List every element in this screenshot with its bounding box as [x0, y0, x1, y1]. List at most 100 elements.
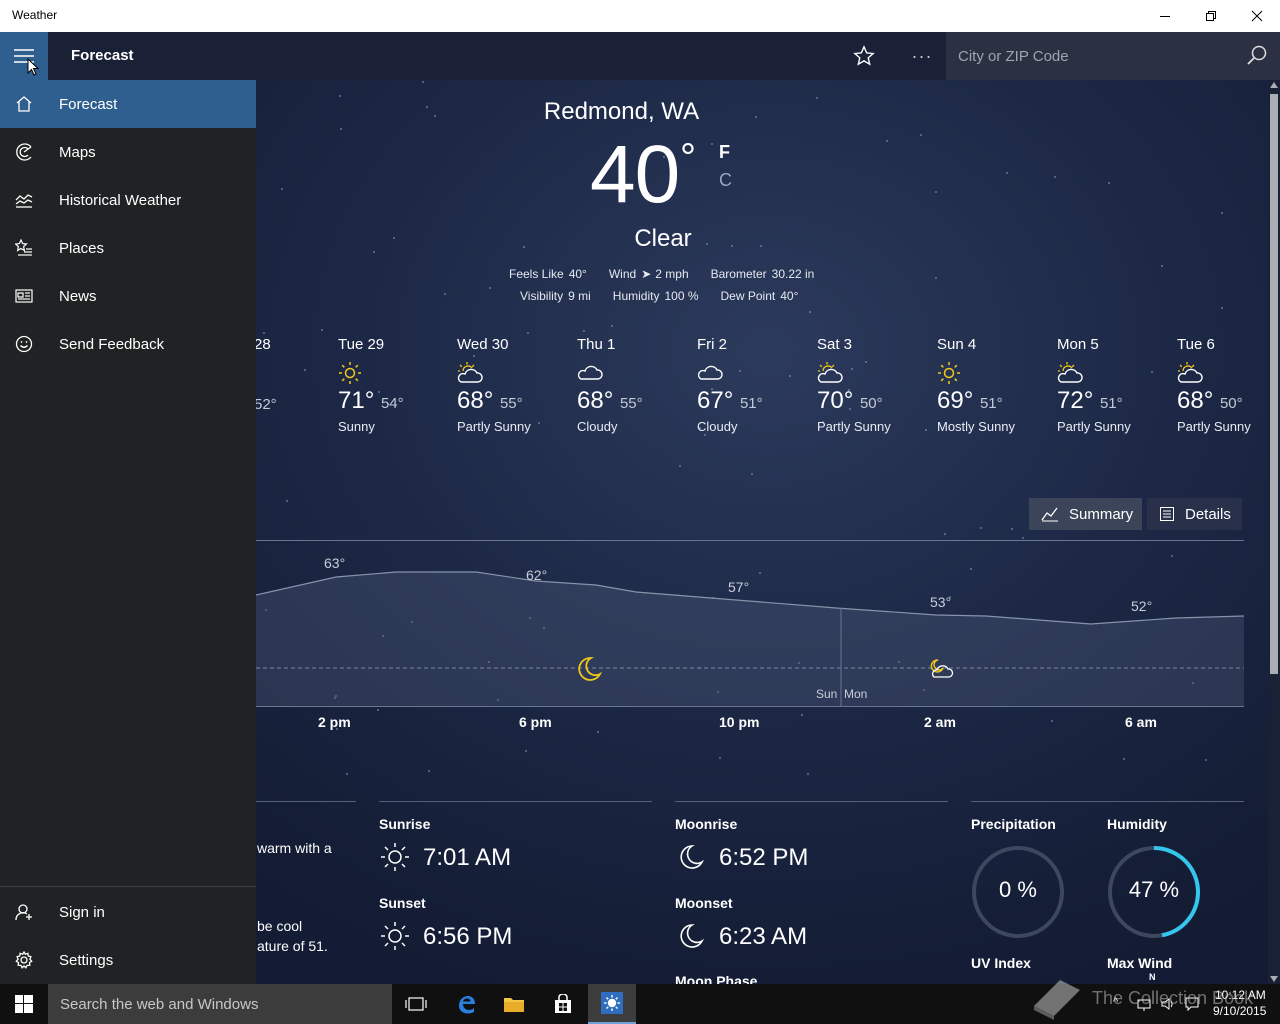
uv-index-label: UV Index — [971, 955, 1031, 971]
humidity-label: Humidity — [612, 289, 660, 303]
low-temp: 50° — [1219, 395, 1243, 412]
star-dot — [719, 756, 721, 759]
star-list-icon — [0, 224, 48, 272]
feels-like-label: Feels Like — [509, 267, 564, 281]
low-temp: 55° — [619, 395, 643, 412]
task-view-button[interactable] — [392, 984, 440, 1024]
scroll-up-icon[interactable] — [1270, 82, 1278, 88]
section-divider — [971, 801, 1244, 802]
daily-forecast-day[interactable]: Sat 3 70° 50° Partly Sunny — [817, 336, 927, 434]
weather-app-button[interactable] — [588, 984, 636, 1024]
day-name: Tue 6 — [1177, 336, 1215, 353]
day-summary-text: ature of 51. — [257, 938, 328, 954]
star-dot — [703, 434, 706, 437]
close-button[interactable] — [1234, 0, 1280, 32]
moonrise-time: 6:52 PM — [719, 844, 809, 871]
humidity-value: 100 % — [664, 289, 699, 303]
low-temp: 51° — [1099, 395, 1123, 412]
moon-icon — [578, 657, 602, 681]
weather-sun-icon — [601, 992, 623, 1014]
taskbar-search-input[interactable] — [48, 984, 392, 1024]
day-condition: Sunny — [338, 419, 375, 434]
nav-item-label: Places — [59, 239, 105, 257]
nav-item-news[interactable]: News — [0, 272, 256, 320]
radar-icon — [0, 128, 48, 176]
day-temperatures: 67° 51° — [697, 387, 807, 415]
city-search-input[interactable] — [946, 32, 1236, 80]
restore-button[interactable] — [1188, 0, 1234, 32]
hour-label: 2 pm — [318, 714, 351, 730]
star-dot — [338, 94, 341, 97]
ellipsis-icon: ··· — [911, 45, 933, 66]
day-summary-text: warm with a — [257, 840, 332, 856]
nav-item-label: Historical Weather — [59, 191, 182, 209]
star-dot — [346, 773, 349, 776]
more-options-button[interactable]: ··· — [900, 32, 944, 80]
navigation-pane: Forecast Maps Historical Weather Places … — [0, 80, 256, 984]
nav-item-send-feedback[interactable]: Send Feedback — [0, 320, 256, 368]
current-temperature: 40 — [590, 129, 680, 220]
file-explorer-button[interactable] — [490, 984, 538, 1024]
section-divider — [675, 801, 948, 802]
favorite-button[interactable] — [842, 32, 886, 80]
star-dot — [1204, 758, 1207, 761]
nav-item-label: Forecast — [59, 95, 118, 113]
degree-symbol: ° — [680, 136, 696, 180]
cloud-icon — [577, 361, 687, 383]
temperature-area — [256, 572, 1244, 706]
nav-item-forecast[interactable]: Forecast — [0, 80, 256, 128]
summary-button[interactable]: Summary — [1029, 498, 1142, 530]
details-button[interactable]: Details — [1147, 498, 1242, 530]
hour-label: 2 am — [924, 714, 956, 730]
nav-item-settings[interactable]: Settings — [0, 936, 256, 984]
scroll-down-icon[interactable] — [1270, 976, 1278, 982]
dew-point-label: Dew Point — [720, 289, 776, 303]
high-temp: 69° — [937, 387, 980, 414]
sun-icon — [381, 843, 409, 871]
edge-button[interactable] — [442, 984, 490, 1024]
star-dot — [280, 188, 283, 191]
unit-celsius-toggle[interactable]: C — [719, 170, 732, 191]
daily-forecast-day[interactable]: Tue 6 68° 50° Partly Sunny — [1177, 336, 1280, 434]
unit-fahrenheit-toggle[interactable]: F — [719, 142, 730, 163]
nav-item-historical-weather[interactable]: Historical Weather — [0, 176, 256, 224]
day-condition: Partly Sunny — [457, 419, 531, 434]
scrollbar-thumb[interactable] — [1270, 94, 1278, 674]
vertical-scrollbar[interactable] — [1268, 80, 1280, 984]
minimize-button[interactable] — [1142, 0, 1188, 32]
daily-forecast-day[interactable]: Sun 4 69° 51° Mostly Sunny — [937, 336, 1047, 434]
nav-item-sign-in[interactable]: Sign in — [0, 888, 256, 936]
daily-forecast-day[interactable]: Mon 5 72° 51° Partly Sunny — [1057, 336, 1167, 434]
start-button[interactable] — [0, 984, 48, 1024]
nav-item-places[interactable]: Places — [0, 224, 256, 272]
star-dot — [488, 287, 491, 290]
precipitation-value: 0 % — [999, 877, 1037, 902]
daily-forecast-day[interactable]: Wed 30 68° 55° Partly Sunny — [457, 336, 567, 434]
high-temp: 70° — [817, 387, 860, 414]
daily-forecast-day[interactable]: Thu 1 68° 55° Cloudy — [577, 336, 687, 434]
low-temp: 52° — [254, 396, 277, 413]
day-condition: Mostly Sunny — [937, 419, 1016, 434]
daily-forecast-day[interactable]: Tue 29 71° 54° Sunny — [338, 336, 448, 434]
high-temp: 68° — [457, 387, 500, 414]
low-temp: 54° — [380, 395, 404, 412]
hamburger-button[interactable] — [0, 32, 48, 80]
day-condition: Cloudy — [697, 419, 738, 434]
current-condition: Clear — [634, 225, 692, 252]
search-icon[interactable] — [1246, 45, 1268, 67]
day-name: Sun 4 — [937, 336, 977, 353]
day-condition: Partly Sunny — [1177, 419, 1251, 434]
store-button[interactable] — [539, 984, 587, 1024]
day-temperatures: 71° 54° — [338, 387, 448, 415]
daily-forecast-day[interactable]: Fri 2 67° 51° Cloudy — [697, 336, 807, 434]
hourly-temp-label: 52° — [1131, 598, 1153, 614]
high-temp: 68° — [1177, 387, 1220, 414]
nav-item-label: Settings — [59, 951, 114, 969]
star-dot — [263, 331, 266, 334]
nav-item-maps[interactable]: Maps — [0, 128, 256, 176]
day-temperatures: 68° 50° — [1177, 387, 1280, 415]
summary-label: Summary — [1069, 505, 1134, 523]
star-dot — [808, 311, 811, 314]
star-dot — [934, 276, 937, 279]
watermark-book-icon — [1034, 980, 1080, 1020]
